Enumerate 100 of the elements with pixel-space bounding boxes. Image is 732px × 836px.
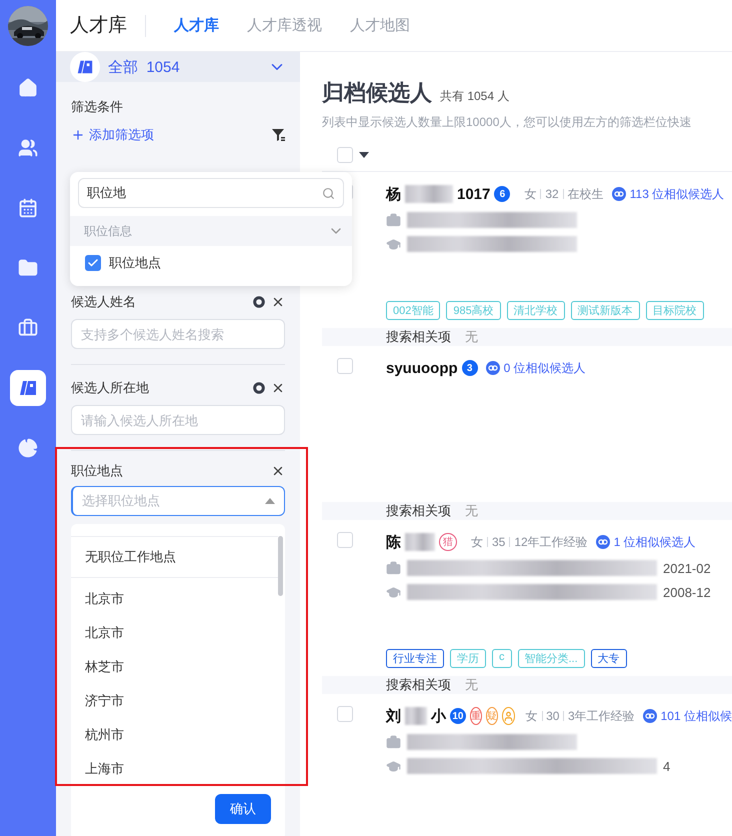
checkbox[interactable] bbox=[85, 255, 101, 271]
graduation-cap-icon bbox=[386, 584, 401, 600]
redacted-text bbox=[405, 185, 453, 203]
candidate-meta: 32 bbox=[545, 187, 559, 201]
link-icon bbox=[486, 361, 500, 375]
check-icon bbox=[87, 257, 99, 269]
candidate-name[interactable]: 小 bbox=[430, 706, 446, 726]
row-checkbox[interactable] bbox=[337, 532, 353, 548]
candidate-meta: 女 bbox=[524, 186, 536, 202]
tag: 985高校 bbox=[446, 301, 501, 320]
tag: c bbox=[492, 649, 512, 668]
graduation-cap-icon bbox=[386, 758, 401, 774]
search-field[interactable]: 职位地 bbox=[78, 178, 344, 208]
scrollbar-thumb[interactable] bbox=[278, 536, 283, 596]
date-text: 4 bbox=[663, 758, 670, 774]
search-icon bbox=[322, 186, 335, 200]
link-icon bbox=[596, 535, 610, 549]
close-icon[interactable] bbox=[271, 381, 285, 395]
calendar-icon bbox=[18, 198, 38, 218]
candidate-meta: 3年工作经验 bbox=[568, 708, 635, 724]
row-checkbox[interactable] bbox=[337, 358, 353, 374]
similar-candidates-link[interactable]: 1 位相似候选人 bbox=[596, 534, 696, 550]
count-badge: 3 bbox=[462, 360, 478, 376]
candidate-name[interactable]: syuuoopp bbox=[386, 360, 458, 376]
total-count: 共有 1054 人 bbox=[440, 88, 510, 105]
briefcase-icon bbox=[386, 560, 401, 576]
dropdown-option[interactable]: 杭州市 bbox=[71, 718, 278, 752]
close-icon[interactable] bbox=[271, 464, 285, 478]
briefcase-icon bbox=[386, 212, 401, 228]
redacted-text bbox=[405, 533, 435, 551]
tag: 行业专注 bbox=[386, 649, 444, 668]
relevance-label: 搜索相关项 bbox=[386, 676, 451, 694]
scope-selector[interactable]: 全部 1054 bbox=[56, 52, 300, 82]
ring-icon[interactable] bbox=[253, 382, 265, 394]
text-field[interactable]: 请输入候选人所在地 bbox=[71, 405, 285, 435]
logo-icon bbox=[18, 378, 38, 398]
row-checkbox[interactable] bbox=[337, 706, 353, 722]
plus-icon bbox=[71, 128, 85, 142]
tag: 学历 bbox=[450, 649, 486, 668]
dropdown-option[interactable]: 济宁市 bbox=[71, 684, 278, 718]
briefcase-icon bbox=[18, 318, 38, 338]
redacted-text bbox=[405, 707, 427, 725]
dropdown-option[interactable]: 北京市 bbox=[71, 582, 278, 616]
caret-icon bbox=[265, 498, 275, 504]
confirm-button[interactable]: 确认 bbox=[215, 794, 271, 824]
candidate-name[interactable]: 陈 bbox=[386, 532, 401, 552]
link-icon bbox=[612, 187, 626, 201]
relevance-label: 搜索相关项 bbox=[386, 328, 451, 346]
tag: 目标院校 bbox=[646, 301, 704, 320]
page-title: 人才库 bbox=[70, 14, 146, 36]
pie-chart-icon bbox=[18, 438, 38, 458]
candidate-meta: 女 bbox=[526, 708, 538, 724]
tag: 002智能 bbox=[386, 301, 440, 320]
close-icon[interactable] bbox=[271, 295, 285, 309]
caret-icon[interactable] bbox=[359, 152, 369, 158]
section-title: 筛选条件 bbox=[71, 98, 124, 116]
people-icon bbox=[18, 138, 38, 158]
scope-label: 全部 1054 bbox=[108, 58, 181, 76]
date-text: 2021-02 bbox=[663, 560, 711, 576]
tag: 测试新版本 bbox=[570, 301, 640, 320]
candidate-meta: 35 bbox=[492, 535, 506, 549]
text-field[interactable]: 支持多个候选人姓名搜索 bbox=[71, 319, 285, 349]
home-icon bbox=[18, 78, 38, 98]
marker-badge: 猎 bbox=[439, 533, 457, 551]
field-label: 候选人姓名 bbox=[71, 293, 136, 311]
add-filter-link[interactable]: 添加筛选项 bbox=[71, 126, 154, 144]
ring-icon[interactable] bbox=[253, 296, 265, 308]
select-all-checkbox[interactable] bbox=[337, 147, 353, 163]
tag: 大专 bbox=[590, 649, 627, 668]
count-badge: 6 bbox=[494, 186, 510, 202]
similar-candidates-link[interactable]: 113 位相似候选人 bbox=[612, 186, 724, 202]
list-title: 归档候选人 bbox=[322, 79, 432, 107]
marker-badge: 疑 bbox=[486, 707, 498, 725]
relevance-value: 无 bbox=[465, 328, 478, 346]
tab[interactable]: 人才库 bbox=[174, 16, 219, 35]
briefcase-icon bbox=[386, 734, 401, 750]
candidate-meta: 30 bbox=[546, 709, 560, 723]
hint-text: 列表中显示候选人数量上限10000人，您可以使用左方的筛选栏位快速 bbox=[322, 114, 692, 131]
filter-icon[interactable] bbox=[271, 128, 285, 142]
dropdown-option[interactable]: 上海市 bbox=[71, 752, 278, 786]
tag: 清北学校 bbox=[506, 301, 565, 320]
candidate-name[interactable]: 杨 bbox=[386, 184, 401, 204]
similar-candidates-link[interactable]: 101 位相似候 bbox=[642, 708, 732, 724]
candidate-meta: 在校生 bbox=[568, 186, 604, 202]
dropdown-option[interactable]: 北京市 bbox=[71, 616, 278, 650]
graduation-cap-icon bbox=[386, 236, 401, 252]
candidate-meta: 女 bbox=[471, 534, 483, 550]
candidate-name[interactable]: 刘 bbox=[386, 706, 401, 726]
dropdown-option[interactable]: 林芝市 bbox=[71, 650, 278, 684]
link-icon bbox=[642, 709, 657, 723]
tag: 智能分类... bbox=[518, 649, 585, 668]
relevance-value: 无 bbox=[465, 502, 478, 520]
candidate-name[interactable]: 1017 bbox=[457, 186, 490, 202]
similar-candidates-link[interactable]: 0 位相似候选人 bbox=[486, 360, 586, 376]
candidate-meta: 12年工作经验 bbox=[514, 534, 588, 550]
folder-icon bbox=[18, 258, 38, 278]
count-badge: 10 bbox=[450, 708, 466, 724]
filter-option[interactable]: 职位地点 bbox=[70, 246, 352, 280]
date-text: 2008-12 bbox=[663, 584, 711, 600]
nav-button[interactable] bbox=[10, 370, 46, 406]
